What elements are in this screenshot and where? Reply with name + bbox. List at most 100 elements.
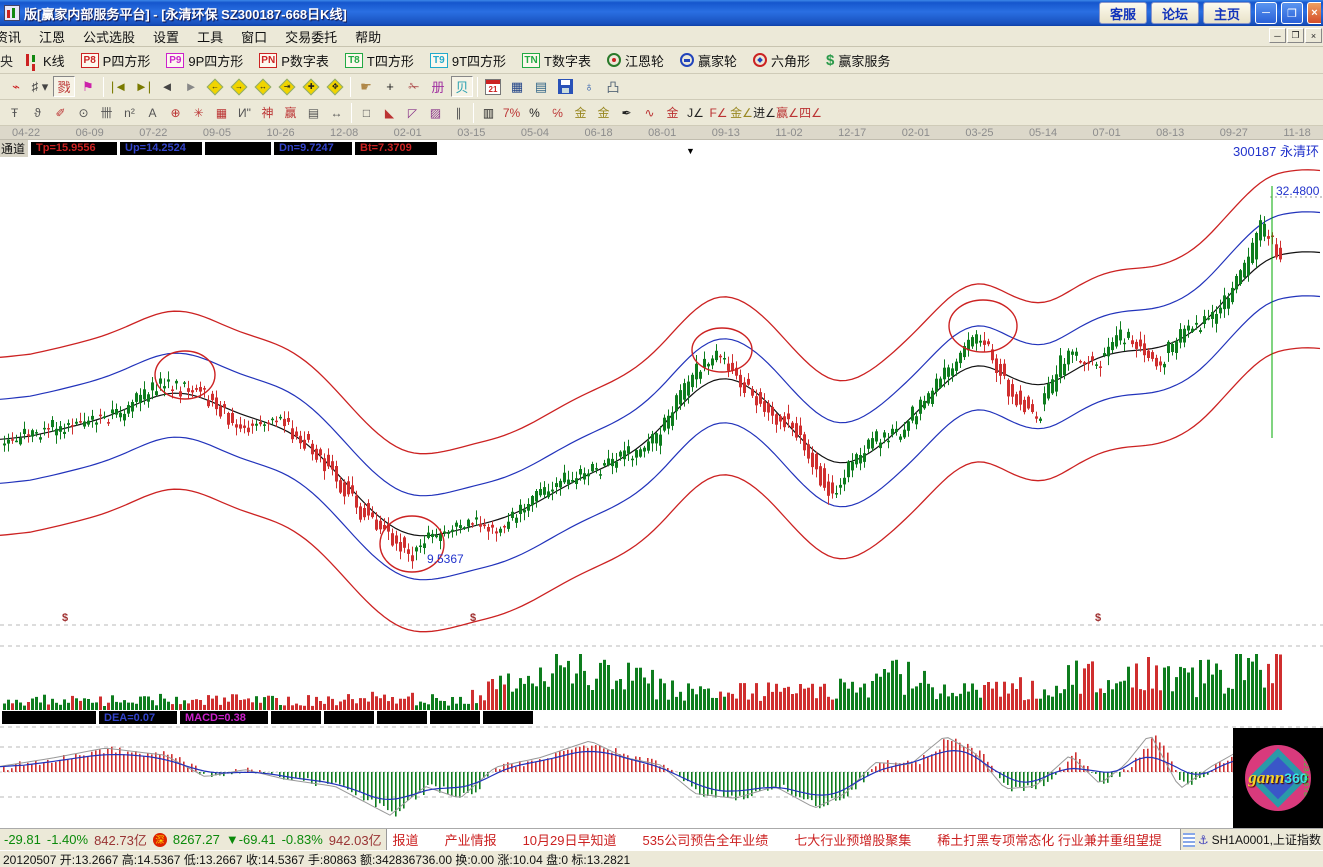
percent-icon[interactable]: % xyxy=(524,103,545,123)
mdi-restore-button[interactable]: ❐ xyxy=(1287,28,1304,43)
tick-ruler-icon[interactable]: 卌 xyxy=(96,103,117,123)
gold-red-icon[interactable]: 金 xyxy=(662,103,683,123)
menu-item-5[interactable]: 工具 xyxy=(188,27,232,46)
purple-net-icon[interactable]: 册 xyxy=(427,76,449,97)
win-grid-icon[interactable]: 赢 xyxy=(280,103,301,123)
9p-square-tool[interactable]: P99P四方形 xyxy=(158,51,251,70)
angle-j-icon[interactable]: J∠ xyxy=(685,103,706,123)
square-grid-icon[interactable]: ▦ xyxy=(211,103,232,123)
bar-chart-icon[interactable]: ⌁ xyxy=(5,76,27,97)
nav-diamond-cross-icon[interactable]: ✚ xyxy=(300,76,322,97)
printer-icon[interactable]: 凸 xyxy=(602,76,624,97)
minimize-button[interactable]: ─ xyxy=(1255,2,1277,24)
rocket-icon[interactable]: ✐ xyxy=(50,103,71,123)
flag-icon[interactable]: ⚑ xyxy=(77,76,99,97)
prev-bar-icon[interactable]: ◄ xyxy=(156,76,178,97)
last-bar-icon[interactable]: ►| xyxy=(132,76,154,97)
menu-item-4[interactable]: 设置 xyxy=(144,27,188,46)
h-marks-icon[interactable]: И" xyxy=(234,103,255,123)
gold-line-icon[interactable]: 金 xyxy=(593,103,614,123)
date-tick-2: 06-09 xyxy=(76,127,104,139)
angle-gold-icon[interactable]: 金∠ xyxy=(731,103,752,123)
calendar-icon[interactable]: 21 xyxy=(482,76,504,97)
spiral-icon[interactable]: ϑ xyxy=(27,103,48,123)
menu-item-7[interactable]: 交易委托 xyxy=(276,27,346,46)
percent7-icon[interactable]: 7% xyxy=(501,103,522,123)
hand-icon[interactable]: ☛ xyxy=(355,76,377,97)
kline-tool[interactable]: K线 xyxy=(16,51,73,70)
gold-circle-icon[interactable]: 金 xyxy=(570,103,591,123)
pattern-tool-icon[interactable]: 戮 xyxy=(53,76,75,97)
menu-item-8[interactable]: 帮助 xyxy=(346,27,390,46)
pen-tool-icon[interactable]: ✒ xyxy=(616,103,637,123)
calculator-icon[interactable]: ▦ xyxy=(506,76,528,97)
angle-jin-icon[interactable]: 进∠ xyxy=(754,103,775,123)
cyan-brain-icon[interactable]: 贝 xyxy=(451,76,473,97)
hexagon-tool[interactable]: 六角形 xyxy=(745,51,818,70)
news-link-4[interactable]: 535公司预告全年业绩 xyxy=(643,830,769,849)
shen-grid-icon[interactable]: 神 xyxy=(257,103,278,123)
f-ruler-icon[interactable]: Ŧ xyxy=(4,103,25,123)
menu-item-6[interactable]: 窗口 xyxy=(232,27,276,46)
nav-diamond-in-icon[interactable]: ⇥ xyxy=(276,76,298,97)
nav-diamond-right-icon[interactable]: → xyxy=(228,76,250,97)
menu-item-2[interactable]: 江恩 xyxy=(30,27,74,46)
9t-square-tool[interactable]: T99T四方形 xyxy=(422,51,514,70)
ruler-123-icon[interactable]: ▤ xyxy=(303,103,324,123)
fan-box-icon[interactable]: ◸ xyxy=(402,103,423,123)
price-chart-canvas[interactable] xyxy=(0,140,1323,828)
header-button-3[interactable]: 主页 xyxy=(1203,2,1251,24)
angle-four-icon[interactable]: 四∠ xyxy=(800,103,821,123)
n-squared-icon[interactable]: n² xyxy=(119,103,140,123)
menu-item-3[interactable]: 公式选股 xyxy=(74,27,144,46)
list-icon[interactable] xyxy=(1183,833,1195,847)
star-grid-icon[interactable]: ✳ xyxy=(188,103,209,123)
close-button[interactable]: × xyxy=(1307,2,1321,24)
mdi-close-button[interactable]: × xyxy=(1305,28,1322,43)
winner-service[interactable]: $赢家服务 xyxy=(818,51,898,70)
news-link-3[interactable]: 10月29日早知道 xyxy=(523,830,617,849)
news-link-1[interactable]: 报道 xyxy=(393,830,419,849)
winner-wheel-tool[interactable]: 赢家轮 xyxy=(672,51,745,70)
restore-button[interactable]: ❐ xyxy=(1281,2,1303,24)
notepad-icon[interactable]: ▤ xyxy=(530,76,552,97)
pin-icon[interactable]: ✁ xyxy=(403,76,425,97)
chart-area[interactable]: 通道 Tp=15.9556Up=14.2524Dn=9.7247Bt=7.370… xyxy=(0,140,1323,828)
wave-icon[interactable]: ∿ xyxy=(639,103,660,123)
gann-wheel-tool[interactable]: 江恩轮 xyxy=(599,51,672,70)
nav-diamond-left-icon[interactable]: ← xyxy=(204,76,226,97)
candle-style-icon[interactable]: ♯ ▾ xyxy=(29,76,51,97)
red-fan-icon[interactable]: ◣ xyxy=(379,103,400,123)
save-disk-icon[interactable] xyxy=(554,76,576,97)
gann-clock-icon[interactable]: ⊙ xyxy=(73,103,94,123)
header-button-1[interactable]: 客服 xyxy=(1099,2,1147,24)
column-chart-icon[interactable]: ▥ xyxy=(478,103,499,123)
percent-line-icon[interactable]: ℅ xyxy=(547,103,568,123)
angle-f-icon[interactable]: F∠ xyxy=(708,103,729,123)
crosshair-icon[interactable]: + xyxy=(379,76,401,97)
parallel-lines-icon[interactable]: ∥ xyxy=(448,103,469,123)
menu-item-1[interactable]: 资讯 xyxy=(0,27,30,46)
globe-export-icon[interactable]: ♁ xyxy=(578,76,600,97)
nav-diamond-all-icon[interactable]: ✥ xyxy=(324,76,346,97)
angle-a-icon[interactable]: A xyxy=(142,103,163,123)
first-bar-icon[interactable]: |◄ xyxy=(108,76,130,97)
nav-diamond-h-icon[interactable]: ↔ xyxy=(252,76,274,97)
toolbar-separator xyxy=(473,103,474,123)
news-link-5[interactable]: 七大行业预增股聚集 xyxy=(794,830,911,849)
h-span-icon[interactable]: ↔ xyxy=(326,103,347,123)
box-select-icon[interactable]: □ xyxy=(356,103,377,123)
next-bar-icon[interactable]: ► xyxy=(180,76,202,97)
index-value-6: ▼-69.41 xyxy=(226,832,276,847)
circle-cross-icon[interactable]: ⊕ xyxy=(165,103,186,123)
news-link-2[interactable]: 产业情报 xyxy=(445,830,497,849)
shade-box-icon[interactable]: ▨ xyxy=(425,103,446,123)
t-number-table-tool[interactable]: TNT数字表 xyxy=(514,51,599,70)
header-button-2[interactable]: 论坛 xyxy=(1151,2,1199,24)
p-square-tool[interactable]: P8P四方形 xyxy=(73,51,159,70)
t-square-tool[interactable]: T8T四方形 xyxy=(337,51,422,70)
news-link-6[interactable]: 稀土打黑专项常态化 行业兼并重组望提 xyxy=(937,830,1162,849)
angle-win-icon[interactable]: 赢∠ xyxy=(777,103,798,123)
mdi-minimize-button[interactable]: ─ xyxy=(1269,28,1286,43)
p-number-table-tool[interactable]: PNP数字表 xyxy=(251,51,337,70)
